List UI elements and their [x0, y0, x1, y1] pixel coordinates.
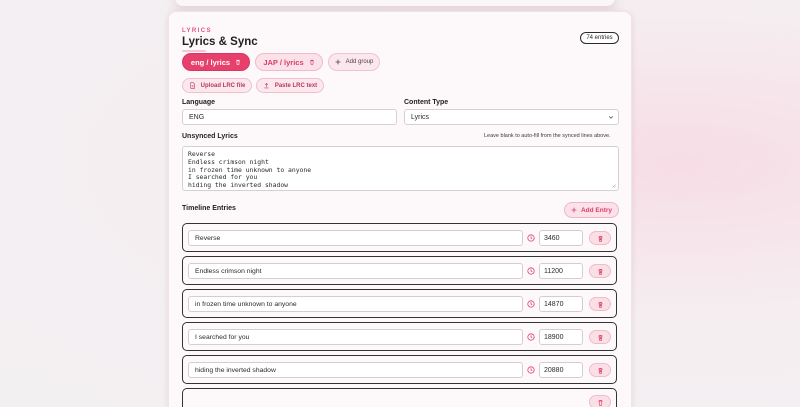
delete-entry-button[interactable] [589, 264, 611, 278]
add-entry-label: Add Entry [580, 206, 613, 214]
plus-icon [571, 207, 577, 213]
section-title: Lyrics & Sync [182, 36, 258, 48]
group-tab-jap-lyrics[interactable]: JAP / lyrics [255, 53, 323, 71]
lyrics-sync-card: LYRICS Lyrics & Sync 74 entries eng / ly… [168, 11, 632, 407]
title-underline [182, 50, 206, 52]
add-group-button[interactable]: Add group [328, 53, 380, 71]
paste-lrc-button[interactable]: Paste LRC text [256, 78, 324, 93]
upload-lrc-label: Upload LRC file [200, 82, 246, 89]
content-type-label: Content Type [404, 99, 449, 106]
entry-time-input[interactable]: 3460 [539, 230, 583, 246]
entry-text-input[interactable]: in frozen time unknown to anyone [188, 296, 523, 312]
group-tab-label: JAP / lyrics [263, 57, 304, 67]
delete-entry-button[interactable] [589, 297, 611, 311]
clock-icon [527, 300, 535, 308]
trash-icon [597, 301, 603, 308]
entry-text-input[interactable]: hiding the inverted shadow [188, 362, 523, 378]
timeline-entry: I searched for you 18900 [182, 322, 617, 351]
clock-icon [527, 234, 535, 242]
unsynced-lyrics-label: Unsynced Lyrics [182, 133, 238, 140]
trash-icon [597, 235, 603, 242]
add-group-label: Add group [345, 59, 374, 65]
section-eyebrow: LYRICS [182, 28, 212, 34]
content-type-value: Lyrics [411, 113, 430, 121]
entry-text-input[interactable]: Endless crimson night [188, 263, 523, 279]
add-entry-button[interactable]: Add Entry [564, 202, 619, 218]
timeline-entry: in frozen time unknown to anyone 14870 [182, 289, 617, 318]
entries-count-badge: 74 entries [580, 32, 619, 44]
group-tab-label: eng / lyrics [190, 57, 231, 67]
upload-icon [264, 82, 269, 89]
timeline-entry: Reverse 3460 [182, 223, 617, 252]
trash-icon [597, 399, 603, 406]
trash-icon [597, 367, 603, 374]
delete-entry-button[interactable] [589, 363, 611, 377]
file-icon [190, 82, 195, 89]
clock-icon [527, 267, 535, 275]
delete-entry-button[interactable] [589, 395, 611, 407]
paste-lrc-label: Paste LRC text [274, 82, 318, 89]
delete-entry-button[interactable] [589, 231, 611, 245]
previous-card-edge [175, 0, 615, 6]
entry-text-input[interactable]: I searched for you [188, 329, 523, 345]
timeline-entries-label: Timeline Entries [182, 205, 236, 212]
entry-time-input[interactable]: 18900 [539, 329, 583, 345]
timeline-entry: Endless crimson night 11200 [182, 256, 617, 285]
upload-lrc-button[interactable]: Upload LRC file [182, 78, 252, 93]
entry-time-input[interactable]: 14870 [539, 296, 583, 312]
language-label: Language [182, 99, 216, 106]
trash-icon[interactable] [235, 59, 241, 65]
unsynced-lyrics-textarea[interactable]: Reverse Endless crimson night in frozen … [182, 146, 619, 191]
plus-icon [335, 59, 341, 65]
content-type-select[interactable]: Lyrics [404, 109, 619, 125]
resize-grip-icon[interactable] [611, 183, 616, 188]
group-tab-eng-lyrics[interactable]: eng / lyrics [182, 53, 250, 71]
entry-time-input[interactable]: 11200 [539, 263, 583, 279]
trash-icon[interactable] [309, 59, 315, 65]
language-input[interactable]: ENG [182, 109, 397, 125]
entry-text-input[interactable]: Reverse [188, 230, 523, 246]
entry-time-input[interactable]: 20880 [539, 362, 583, 378]
clock-icon [527, 333, 535, 341]
timeline-entry: hiding the inverted shadow 20880 [182, 355, 617, 384]
lyrics-line: hiding the inverted shadow [188, 181, 289, 190]
trash-icon [597, 268, 603, 275]
trash-icon [597, 334, 603, 341]
unsynced-lyrics-hint: Leave blank to auto-fill from the synced… [484, 133, 611, 139]
delete-entry-button[interactable] [589, 330, 611, 344]
chevron-down-icon [608, 116, 614, 119]
timeline-entry-partial [182, 388, 617, 407]
clock-icon [527, 366, 535, 374]
